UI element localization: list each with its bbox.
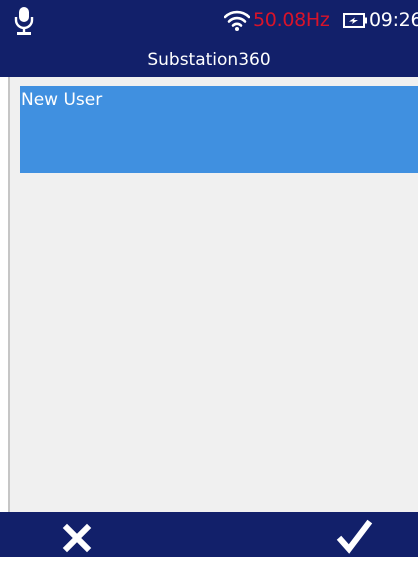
list-item-new-user[interactable]: New User <box>20 86 418 173</box>
close-icon <box>62 523 92 553</box>
cancel-button[interactable] <box>56 521 98 557</box>
title-bar: Substation360 <box>0 44 418 77</box>
battery-charging-icon <box>343 13 367 28</box>
checkmark-icon <box>336 519 373 554</box>
status-bar: 50.08Hz 09:26 <box>0 0 418 44</box>
bottom-bar <box>0 512 418 557</box>
list-item-label: New User <box>21 90 103 110</box>
user-list: New User <box>8 77 418 512</box>
confirm-button[interactable] <box>332 519 378 557</box>
app-title: Substation360 <box>147 50 271 70</box>
clock: 09:26 <box>369 9 418 31</box>
microphone-icon <box>14 7 34 35</box>
wifi-icon <box>224 10 250 31</box>
frequency-readout: 50.08Hz <box>253 9 330 31</box>
